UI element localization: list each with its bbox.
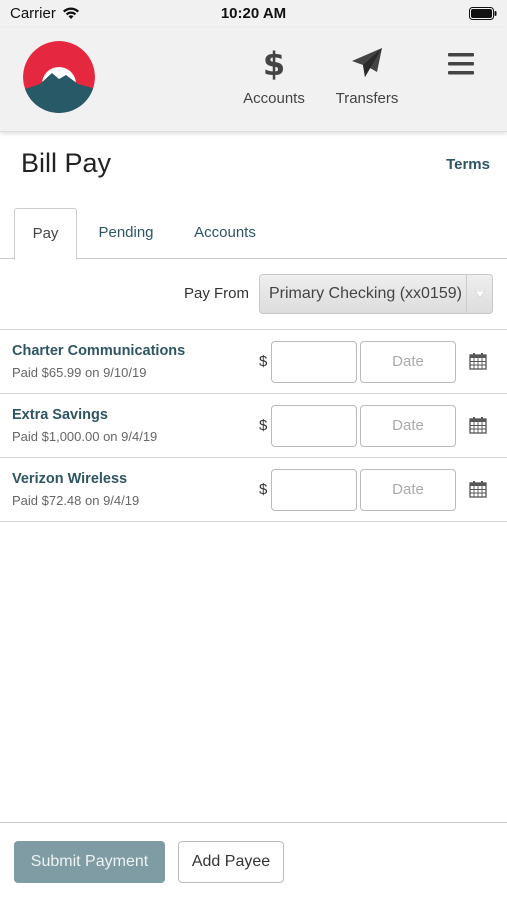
status-bar: Carrier 10:20 AM: [0, 0, 507, 28]
hamburger-menu-icon[interactable]: [446, 52, 476, 76]
app-header: $ Accounts Transfers: [0, 28, 507, 132]
payee-last-payment: Paid $65.99 on 9/10/19: [12, 365, 147, 380]
currency-symbol: $: [259, 353, 268, 370]
page-title: Bill Pay: [21, 148, 112, 178]
calendar-icon[interactable]: [469, 416, 487, 434]
chevron-down-icon: [466, 275, 492, 313]
clock: 10:20 AM: [220, 5, 287, 22]
nav-accounts-label: Accounts: [243, 90, 305, 107]
tab-bar: Pay Pending Accounts: [0, 208, 507, 260]
calendar-icon[interactable]: [469, 352, 487, 370]
tab-pending[interactable]: Pending: [88, 208, 164, 259]
amount-input[interactable]: [271, 341, 357, 383]
payee-row: Verizon Wireless Paid $72.48 on 9/4/19 $…: [0, 458, 507, 522]
tab-accounts[interactable]: Accounts: [183, 208, 267, 259]
paper-plane-icon: [322, 44, 412, 82]
calendar-icon[interactable]: [469, 480, 487, 498]
payee-list: Charter Communications Paid $65.99 on 9/…: [0, 329, 507, 522]
date-input[interactable]: Date: [360, 341, 456, 383]
action-footer: Submit Payment Add Payee: [0, 822, 507, 900]
amount-input[interactable]: [271, 469, 357, 511]
nav-transfers-label: Transfers: [335, 90, 399, 107]
payee-name[interactable]: Verizon Wireless: [12, 471, 127, 487]
nav-accounts-button[interactable]: $ Accounts: [229, 44, 319, 107]
nav-transfers-button[interactable]: Transfers: [322, 44, 412, 107]
pay-from-select[interactable]: Primary Checking (xx0159): [259, 274, 493, 314]
pay-from-label: Pay From: [184, 285, 250, 302]
payee-last-payment: Paid $1,000.00 on 9/4/19: [12, 429, 158, 444]
terms-link[interactable]: Terms: [446, 156, 490, 173]
payee-name[interactable]: Extra Savings: [12, 407, 108, 423]
svg-text:$: $: [263, 45, 285, 81]
payee-row: Charter Communications Paid $65.99 on 9/…: [0, 330, 507, 394]
bank-logo[interactable]: [22, 40, 96, 114]
submit-payment-button[interactable]: Submit Payment: [14, 841, 165, 883]
dollar-icon: $: [229, 44, 319, 82]
date-input[interactable]: Date: [360, 469, 456, 511]
date-input[interactable]: Date: [360, 405, 456, 447]
add-payee-button[interactable]: Add Payee: [178, 841, 284, 883]
payee-last-payment: Paid $72.48 on 9/4/19: [12, 493, 140, 508]
currency-symbol: $: [259, 417, 268, 434]
payee-row: Extra Savings Paid $1,000.00 on 9/4/19 $…: [0, 394, 507, 458]
payee-name[interactable]: Charter Communications: [12, 343, 185, 359]
currency-symbol: $: [259, 481, 268, 498]
amount-input[interactable]: [271, 405, 357, 447]
tab-pay[interactable]: Pay: [14, 208, 77, 260]
pay-from-selected-value: Primary Checking (xx0159): [269, 285, 462, 302]
battery-icon: [469, 7, 497, 20]
